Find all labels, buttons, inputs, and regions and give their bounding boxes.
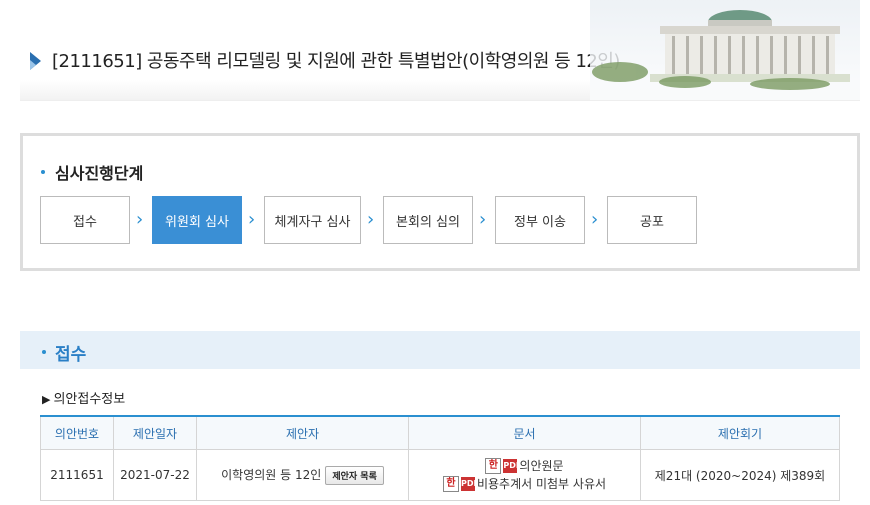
page-title: [2111651] 공동주택 리모델링 및 지원에 관한 특별법안(이학영의원 … (52, 51, 620, 72)
hwp-file-icon[interactable]: 한 (485, 458, 502, 474)
pdf-file-icon[interactable]: PDF (503, 459, 521, 473)
pdf-file-icon[interactable]: PDF (460, 477, 479, 491)
stage-step-transfer[interactable]: 정부 이송 (495, 196, 585, 244)
column-header: 제안회기 (640, 415, 840, 450)
proposal-session: 제21대 (2020~2024) 제389회 (640, 449, 840, 501)
assembly-building-image (590, 0, 860, 100)
chevron-right-icon (30, 52, 41, 70)
column-header: 문서 (408, 415, 641, 450)
proposer-name: 이학영의원 등 12인 (221, 467, 322, 482)
bill-number: 2111651 (40, 449, 114, 501)
column-header: 제안일자 (113, 415, 197, 450)
hwp-file-icon[interactable]: 한 (442, 476, 459, 492)
table-header-row: 의안번호 제안일자 제안자 문서 제안회기 (40, 415, 840, 450)
review-stage-panel: 심사진행단계 접수 › 위원회 심사 › 체계자구 심사 › 본회의 심의 › … (20, 133, 860, 271)
section-title: 접수 (42, 340, 86, 365)
receipt-info-table: 의안번호 제안일자 제안자 문서 제안회기 2111651 2021-07-22… (40, 415, 840, 501)
proposer-cell: 이학영의원 등 12인 제안자 목록 (196, 449, 409, 501)
stage-step-committee[interactable]: 위원회 심사 (152, 196, 242, 244)
proposer-list-button[interactable]: 제안자 목록 (325, 465, 384, 485)
chevron-right-icon: › (136, 209, 144, 230)
column-header: 의안번호 (40, 415, 114, 450)
table-row: 2111651 2021-07-22 이학영의원 등 12인 제안자 목록 한 P… (40, 449, 840, 501)
document-label: 의안원문 (519, 459, 564, 473)
bullet-icon (41, 169, 45, 174)
document-link-cost-reason[interactable]: 한 PDF 비용추계서 미첨부 사유서 (410, 475, 639, 493)
stage-step-receipt[interactable]: 접수 (40, 196, 130, 244)
document-label: 비용추계서 미첨부 사유서 (476, 477, 607, 491)
stage-panel-title: 심사진행단계 (41, 160, 143, 184)
stage-step-plenary[interactable]: 본회의 심의 (383, 196, 473, 244)
chevron-right-icon: › (591, 209, 599, 230)
chevron-right-icon: › (248, 209, 256, 230)
triangle-right-icon: ▶ (42, 393, 51, 406)
receipt-info-heading: ▶ 의안접수정보 (42, 392, 126, 407)
proposal-date: 2021-07-22 (113, 449, 197, 501)
page-header: [2111651] 공동주택 리모델링 및 지원에 관한 특별법안(이학영의원 … (20, 0, 860, 101)
document-link-original[interactable]: 한 PDF 의안원문 (410, 457, 639, 475)
section-header: 접수 (20, 331, 860, 369)
documents-cell: 한 PDF 의안원문 한 PDF 비용추계서 미첨부 사유서 (408, 449, 641, 501)
stage-step-legislation-review[interactable]: 체계자구 심사 (264, 196, 361, 244)
chevron-right-icon: › (367, 209, 375, 230)
chevron-right-icon: › (479, 209, 487, 230)
column-header: 제안자 (196, 415, 409, 450)
stage-step-promulgation[interactable]: 공포 (607, 196, 697, 244)
bullet-icon (42, 350, 46, 354)
